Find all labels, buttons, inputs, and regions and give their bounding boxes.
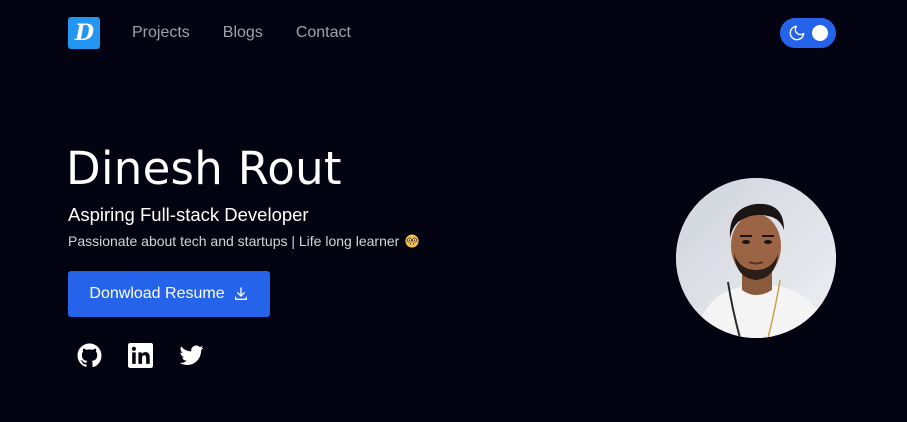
nav-link-blogs[interactable]: Blogs bbox=[223, 23, 263, 42]
twitter-link[interactable] bbox=[179, 343, 204, 368]
hero-tagline: Passionate about tech and startups | Lif… bbox=[68, 233, 419, 250]
hero-role: Aspiring Full-stack Developer bbox=[68, 204, 309, 225]
linkedin-link[interactable] bbox=[128, 343, 153, 368]
page: D Projects Blogs Contact Dinesh Rout Asp… bbox=[0, 0, 907, 422]
github-icon bbox=[77, 343, 102, 368]
moon-icon bbox=[789, 25, 805, 41]
social-links bbox=[77, 343, 230, 368]
download-resume-button[interactable]: Donwload Resume bbox=[68, 271, 270, 317]
linkedin-icon bbox=[128, 343, 153, 368]
theme-toggle[interactable] bbox=[780, 18, 836, 48]
profile-photo-icon bbox=[676, 178, 836, 338]
download-icon bbox=[234, 287, 247, 300]
twitter-icon bbox=[179, 345, 204, 365]
hero-tagline-text: Passionate about tech and startups | Lif… bbox=[68, 233, 400, 249]
nav-link-contact[interactable]: Contact bbox=[296, 23, 351, 42]
nav-link-projects[interactable]: Projects bbox=[132, 23, 190, 42]
download-resume-label: Donwload Resume bbox=[89, 285, 225, 302]
logo-letter: D bbox=[74, 20, 95, 46]
toggle-knob bbox=[812, 25, 828, 41]
profile-avatar bbox=[676, 178, 836, 338]
hero-name: Dinesh Rout bbox=[66, 142, 342, 195]
site-logo[interactable]: D bbox=[68, 17, 100, 49]
github-link[interactable] bbox=[77, 343, 102, 368]
nerd-face-emoji-icon bbox=[405, 234, 419, 248]
nav-links: Projects Blogs Contact bbox=[132, 23, 384, 42]
